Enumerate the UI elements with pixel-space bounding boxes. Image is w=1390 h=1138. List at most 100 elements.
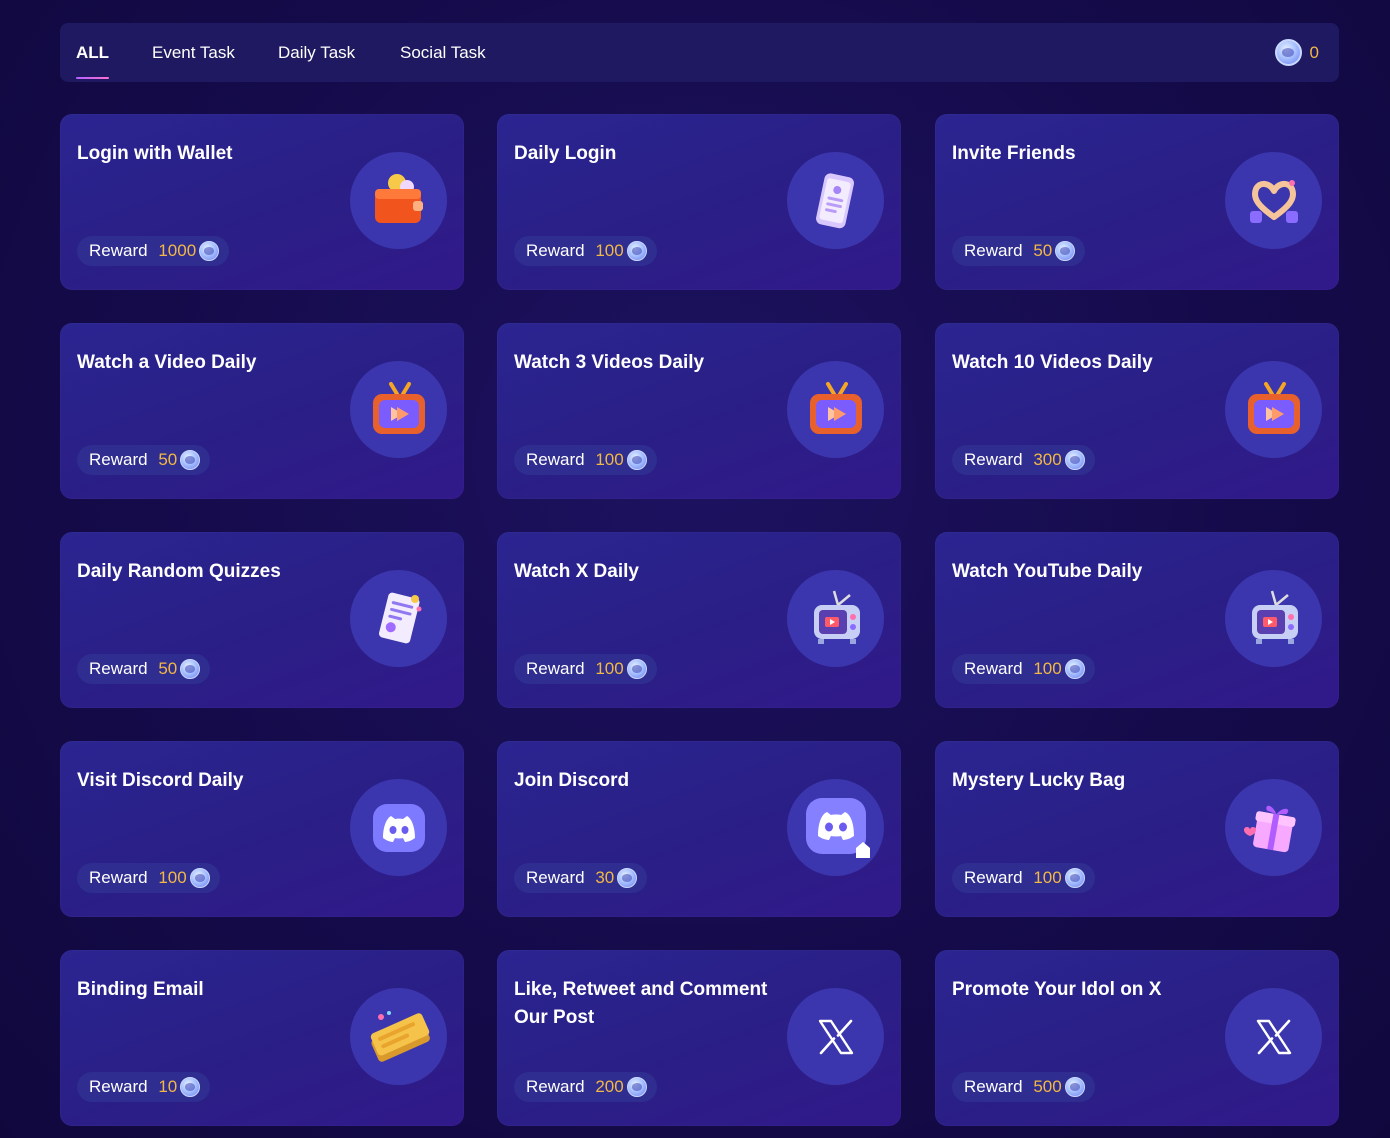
ticket-icon xyxy=(350,988,447,1085)
task-card[interactable]: Daily Login Reward 100 xyxy=(497,114,901,290)
reward-label: Reward xyxy=(526,450,585,469)
reward-value: 100 xyxy=(1033,659,1062,678)
reward-label: Reward xyxy=(964,659,1023,678)
task-title: Promote Your Idol on X xyxy=(952,979,1162,1000)
discord-home-icon xyxy=(787,779,884,876)
reward-badge: Reward 50 xyxy=(77,654,211,684)
quiz-paper-icon xyxy=(350,570,447,667)
retro-tv-icon xyxy=(1225,570,1322,667)
task-card[interactable]: Mystery Lucky Bag Reward 100 xyxy=(935,741,1339,917)
reward-badge: Reward 30 xyxy=(514,863,648,893)
reward-label: Reward xyxy=(526,241,585,260)
tab-all[interactable]: ALL xyxy=(76,23,110,82)
balance: 0 xyxy=(1274,23,1319,82)
reward-value: 100 xyxy=(595,241,624,260)
task-card[interactable]: Binding Email Reward 10 xyxy=(60,950,464,1126)
reward-value: 50 xyxy=(158,659,178,678)
reward-label: Reward xyxy=(526,659,585,678)
x-logo-icon xyxy=(1225,988,1322,1085)
reward-label: Reward xyxy=(964,1077,1023,1096)
task-card[interactable]: Join Discord Reward 30 xyxy=(497,741,901,917)
task-card[interactable]: Watch YouTube Daily Reward 100 xyxy=(935,532,1339,708)
reward-badge: Reward 100 xyxy=(77,863,220,893)
task-title: Invite Friends xyxy=(952,143,1076,164)
task-title: Watch a Video Daily xyxy=(77,352,257,373)
discord-icon xyxy=(350,779,447,876)
coin-icon xyxy=(189,868,210,888)
reward-label: Reward xyxy=(89,241,148,260)
reward-value: 1000 xyxy=(158,241,197,260)
coin-icon xyxy=(1064,659,1085,679)
balance-value: 0 xyxy=(1309,42,1319,62)
coin-icon xyxy=(626,1077,647,1097)
task-title: Mystery Lucky Bag xyxy=(952,770,1126,791)
task-card[interactable]: Invite Friends Reward 50 xyxy=(935,114,1339,290)
coin-icon xyxy=(1064,868,1085,888)
coin-icon xyxy=(180,1077,201,1097)
tv-play-icon xyxy=(787,361,884,458)
reward-value: 30 xyxy=(595,868,615,887)
reward-value: 100 xyxy=(1033,868,1062,887)
task-card[interactable]: Like, Retweet and Comment Our Post Reward… xyxy=(497,950,901,1126)
coin-icon xyxy=(180,450,201,470)
reward-badge: Reward 100 xyxy=(514,236,657,266)
task-card[interactable]: Promote Your Idol on X Reward 500 xyxy=(935,950,1339,1126)
tab-event-task[interactable]: Event Task xyxy=(152,23,235,82)
coin-icon xyxy=(199,241,220,261)
reward-value: 300 xyxy=(1033,450,1062,469)
reward-value: 50 xyxy=(158,450,178,469)
task-title: Login with Wallet xyxy=(77,143,233,164)
tab-daily-task[interactable]: Daily Task xyxy=(278,23,355,82)
reward-badge: Reward 300 xyxy=(952,445,1095,475)
reward-label: Reward xyxy=(89,1077,148,1096)
task-title: Daily Random Quizzes xyxy=(77,561,281,582)
tab-social-task[interactable]: Social Task xyxy=(400,23,486,82)
reward-value: 100 xyxy=(158,868,187,887)
task-title: Visit Discord Daily xyxy=(77,770,244,791)
reward-label: Reward xyxy=(526,868,585,887)
reward-value: 50 xyxy=(1033,241,1053,260)
reward-value: 10 xyxy=(158,1077,178,1096)
task-title: Watch 3 Videos Daily xyxy=(514,352,705,373)
heart-hands-icon xyxy=(1225,152,1322,249)
coin-icon xyxy=(626,241,647,261)
reward-badge: Reward 100 xyxy=(952,654,1095,684)
task-title: Watch YouTube Daily xyxy=(952,561,1143,582)
task-title: Join Discord xyxy=(514,770,630,791)
task-card[interactable]: Daily Random Quizzes Reward 50 xyxy=(60,532,464,708)
reward-badge: Reward 50 xyxy=(952,236,1086,266)
task-card[interactable]: Visit Discord Daily Reward 100 xyxy=(60,741,464,917)
reward-label: Reward xyxy=(89,450,148,469)
reward-value: 100 xyxy=(595,450,624,469)
tv-play-icon xyxy=(1225,361,1322,458)
coin-icon xyxy=(1274,39,1302,66)
task-card[interactable]: Watch 3 Videos Daily Reward 100 xyxy=(497,323,901,499)
reward-value: 500 xyxy=(1033,1077,1062,1096)
task-card[interactable]: Watch 10 Videos Daily Reward 300 xyxy=(935,323,1339,499)
task-card[interactable]: Login with Wallet Reward 1000 xyxy=(60,114,464,290)
coin-icon xyxy=(180,659,201,679)
coin-icon xyxy=(626,659,647,679)
phone-icon xyxy=(787,152,884,249)
reward-badge: Reward 500 xyxy=(952,1072,1095,1102)
reward-badge: Reward 1000 xyxy=(77,236,230,266)
task-card[interactable]: Watch X Daily Reward 100 xyxy=(497,532,901,708)
coin-icon xyxy=(617,868,638,888)
task-title: Like, Retweet and Comment Our Post xyxy=(514,979,768,1028)
reward-badge: Reward 100 xyxy=(514,654,657,684)
reward-label: Reward xyxy=(964,241,1023,260)
coin-icon xyxy=(1064,450,1085,470)
task-title: Binding Email xyxy=(77,979,204,1000)
task-card[interactable]: Watch a Video Daily Reward 50 xyxy=(60,323,464,499)
reward-value: 200 xyxy=(595,1077,624,1096)
gift-box-icon xyxy=(1225,779,1322,876)
x-logo-icon xyxy=(787,988,884,1085)
reward-badge: Reward 10 xyxy=(77,1072,211,1102)
reward-value: 100 xyxy=(595,659,624,678)
task-title: Watch X Daily xyxy=(514,561,639,582)
reward-label: Reward xyxy=(964,868,1023,887)
wallet-icon xyxy=(350,152,447,249)
coin-icon xyxy=(1055,241,1076,261)
reward-label: Reward xyxy=(89,659,148,678)
reward-label: Reward xyxy=(526,1077,585,1096)
